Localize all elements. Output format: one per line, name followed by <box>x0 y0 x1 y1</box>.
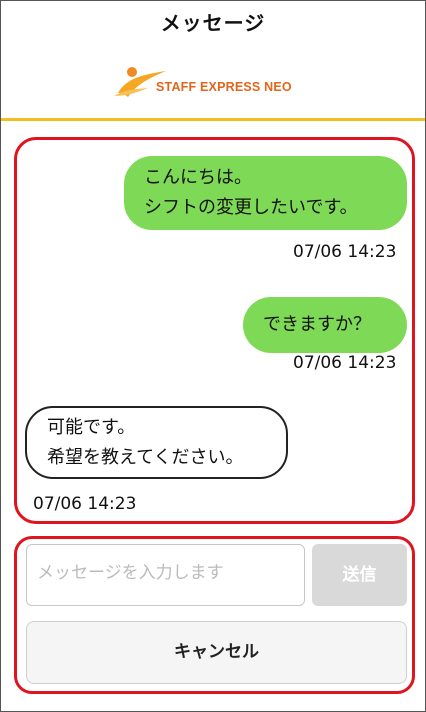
phone-frame: メッセージ STAFF EXPRESS NEO こんにちは。 シフトの変更したい… <box>0 0 426 712</box>
logo-text: STAFF EXPRESS NEO <box>156 80 292 94</box>
chat-area[interactable]: こんにちは。 シフトの変更したいです。 07/06 14:23 できますか？ 0… <box>14 137 415 524</box>
message-input[interactable]: メッセージを入力します <box>26 544 305 606</box>
message-line: 可能です。 <box>47 417 136 438</box>
outgoing-message-bubble: できますか？ <box>243 297 407 353</box>
message-line: 希望を教えてください。 <box>47 447 244 468</box>
send-button[interactable]: 送信 <box>312 544 407 606</box>
composer: メッセージを入力します 送信 キャンセル <box>14 536 415 694</box>
header: メッセージ STAFF EXPRESS NEO <box>1 1 425 121</box>
message-line: シフトの変更したいです。 <box>144 197 358 218</box>
message-timestamp: 07/06 14:23 <box>293 353 397 373</box>
message-line: こんにちは。 <box>144 167 252 188</box>
message-line: できますか？ <box>263 314 371 335</box>
company-logo: STAFF EXPRESS NEO <box>114 63 314 103</box>
cancel-button[interactable]: キャンセル <box>26 621 407 684</box>
outgoing-message-bubble: こんにちは。 シフトの変更したいです。 <box>124 156 407 230</box>
incoming-message-bubble: 可能です。 希望を教えてください。 <box>25 406 288 479</box>
message-timestamp: 07/06 14:23 <box>293 242 397 262</box>
page-title: メッセージ <box>160 11 266 35</box>
message-timestamp: 07/06 14:23 <box>33 494 137 514</box>
